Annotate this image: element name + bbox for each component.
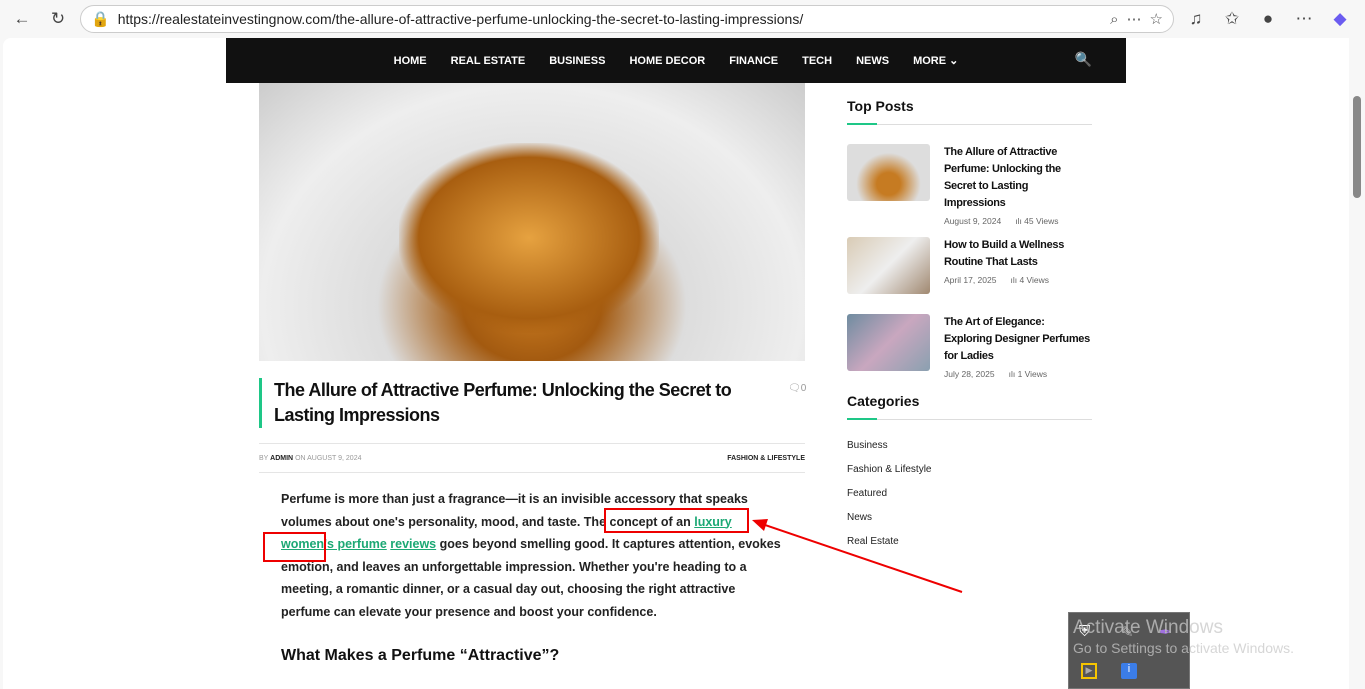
media-play-icon[interactable]: ▶: [1081, 663, 1097, 679]
scrollbar-thumb[interactable]: [1353, 96, 1361, 198]
activate-windows-title: Activate Windows: [1073, 617, 1223, 638]
annotation-arrow: [752, 519, 963, 593]
scrollbar[interactable]: [1349, 38, 1365, 689]
info-icon[interactable]: i: [1121, 663, 1137, 679]
activate-windows-subtitle: Go to Settings to activate Windows.: [1073, 640, 1294, 656]
